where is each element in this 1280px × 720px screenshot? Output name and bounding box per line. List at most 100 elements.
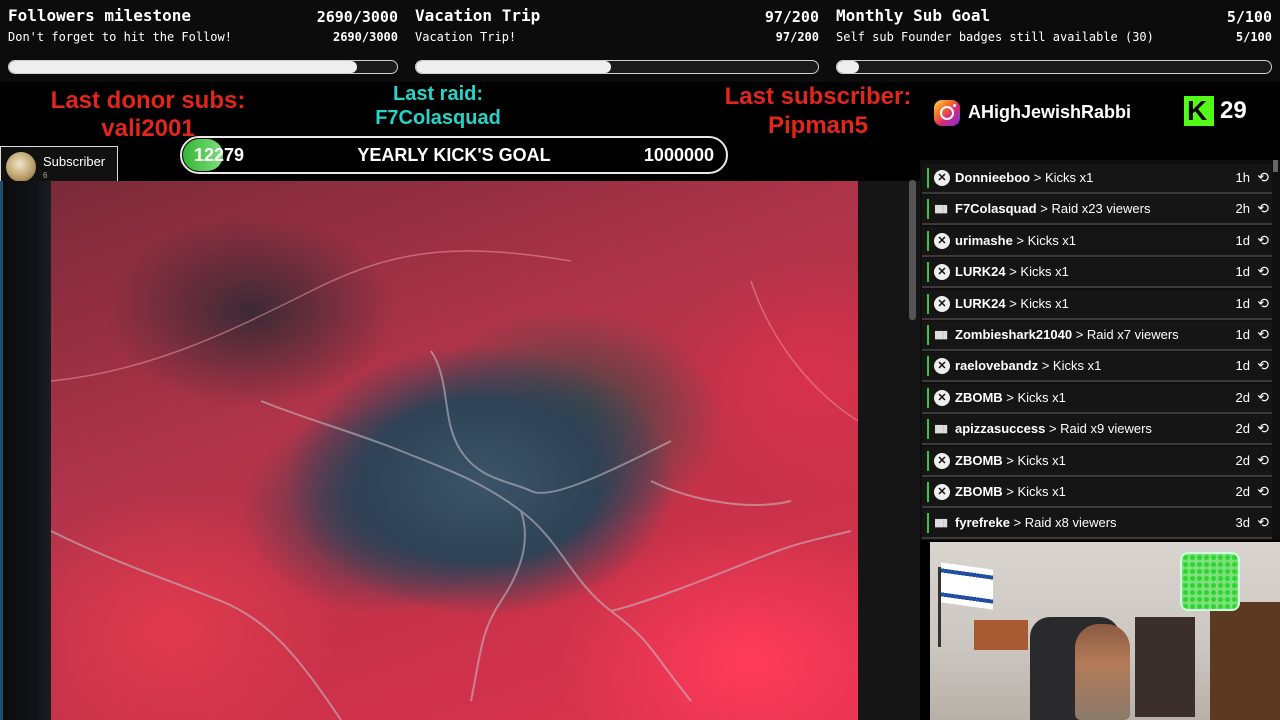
door: [1210, 602, 1280, 720]
goal-count: 2690/3000: [316, 8, 398, 26]
goal-progress-bar: [8, 60, 398, 74]
replay-icon[interactable]: ⟲: [1257, 420, 1269, 437]
last-subscriber-name: Pipman5: [767, 112, 869, 139]
goal-vacation: Vacation Trip 97/200 Vacation Trip! 97/2…: [407, 0, 827, 82]
kicks-jar-icon: [1180, 552, 1240, 611]
replay-icon[interactable]: ⟲: [1257, 326, 1269, 343]
raid-icon: ▮▮▮: [934, 517, 948, 530]
goal-title: Monthly Sub Goal: [836, 6, 991, 25]
kick-icon: ✕: [934, 389, 950, 406]
events-scrollbar[interactable]: [1273, 160, 1278, 172]
event-text: ZBOMB > Kicks x1: [955, 452, 1066, 468]
last-raid-name: F7Colasquad: [375, 107, 501, 129]
goal-subcount: 2690/3000: [332, 30, 398, 44]
aerial-map-video: [51, 181, 858, 720]
event-text: F7Colasquad > Raid x23 viewers: [955, 201, 1151, 217]
event-row: ✕ raelovebandz > Kicks x1 1d ⟲: [922, 352, 1272, 383]
recent-events-list: ✕ Donnieeboo > Kicks x1 1h ⟲ ▮▮▮ F7Colasquad …: [920, 160, 1280, 540]
event-row: ✕ LURK24 > Kicks x1 1d ⟲: [922, 258, 1272, 289]
goal-progress-bar: [415, 60, 819, 74]
event-time: 1h: [1235, 170, 1250, 185]
event-action: Kicks x1: [1020, 295, 1069, 311]
event-row: ✕ ZBOMB > Kicks x1 2d ⟲: [922, 478, 1272, 508]
event-user: ZBOMB: [955, 484, 1003, 499]
goal-count: 5/100: [1226, 8, 1272, 26]
goal-subcount: 5/100: [1235, 30, 1272, 44]
kick-icon: ✕: [934, 452, 950, 469]
replay-icon[interactable]: ⟲: [1257, 514, 1269, 531]
kick-count: 29: [1220, 97, 1247, 124]
goal-subcount: 97/200: [775, 30, 819, 44]
goal-title: Vacation Trip: [415, 6, 541, 25]
kick-icon: ✕: [934, 358, 950, 375]
goal-count: 97/200: [764, 8, 819, 26]
goal-subtitle: Vacation Trip!: [415, 30, 517, 44]
event-row: ▮▮▮ F7Colasquad > Raid x23 viewers 2h ⟲: [922, 195, 1272, 226]
replay-icon[interactable]: ⟲: [1257, 232, 1269, 249]
event-action: Kicks x1: [1020, 264, 1069, 280]
event-time: 1d: [1235, 327, 1250, 342]
event-user: Donnieeboo: [955, 170, 1031, 185]
event-action: Kicks x1: [1052, 358, 1102, 374]
map-terrain: [51, 250, 858, 720]
event-text: urimashe > Kicks x1: [955, 232, 1077, 248]
event-row: ✕ ZBOMB > Kicks x1 2d ⟲: [922, 446, 1272, 477]
scrollbar-thumb[interactable]: [909, 180, 916, 320]
shelf: [1135, 617, 1195, 717]
subscriber-badge-label: Subscriber: [43, 154, 106, 169]
replay-icon[interactable]: ⟲: [1257, 452, 1269, 469]
replay-icon[interactable]: ⟲: [1257, 169, 1269, 186]
event-text: ZBOMB > Kicks x1: [955, 389, 1066, 405]
goal-monthly-sub: Monthly Sub Goal 5/100 Self sub Founder …: [828, 0, 1280, 82]
kick-goal-target: 1000000: [643, 145, 714, 165]
event-action: Kicks x1: [1017, 389, 1066, 405]
last-raid-label: Last raid:: [392, 83, 484, 105]
kick-icon: ✕: [934, 295, 950, 312]
event-text: fyrefreke > Raid x8 viewers: [955, 515, 1117, 531]
kick-icon: ✕: [934, 232, 950, 249]
replay-icon[interactable]: ⟲: [1257, 295, 1269, 312]
raid-icon: ▮▮▮: [934, 203, 948, 216]
event-text: Zombieshark21040 > Raid x7 viewers: [955, 327, 1179, 342]
replay-icon[interactable]: ⟲: [1257, 483, 1269, 500]
event-time: 2d: [1235, 452, 1250, 468]
goal-progress-bar: [836, 60, 1272, 74]
event-user: ZBOMB: [955, 389, 1003, 405]
event-action: Kicks x1: [1017, 452, 1066, 468]
event-action: Kicks x1: [1044, 170, 1094, 185]
goal-progress-fill: [9, 61, 358, 73]
goal-bars-panel: Followers milestone 2690/3000 Don't forg…: [0, 0, 1280, 82]
replay-icon[interactable]: ⟲: [1257, 200, 1269, 217]
event-user: ZBOMB: [955, 452, 1003, 468]
raid-icon: ▮▮▮: [934, 423, 948, 436]
event-time: 2d: [1235, 484, 1250, 499]
event-user: raelovebandz: [955, 358, 1039, 374]
goal-subtitle: Self sub Founder badges still available …: [836, 30, 1154, 44]
goal-title: Followers milestone: [8, 6, 192, 25]
raid-icon: ▮▮▮: [934, 329, 948, 341]
replay-icon[interactable]: ⟲: [1257, 389, 1269, 406]
goal-progress-fill: [416, 61, 611, 73]
event-text: Donnieeboo > Kicks x1: [955, 170, 1094, 185]
webcam-feed: [930, 542, 1280, 720]
event-action: Raid x8 viewers: [1024, 515, 1117, 531]
event-text: raelovebandz > Kicks x1: [955, 358, 1102, 374]
event-time: 2d: [1235, 421, 1250, 437]
subscriber-badge-count: 6: [43, 171, 48, 180]
left-strip: [0, 181, 51, 720]
goal-progress-fill: [837, 61, 859, 73]
event-text: LURK24 > Kicks x1: [955, 295, 1069, 311]
event-user: F7Colasquad: [955, 201, 1037, 217]
instagram-handle: AHighJewishRabbi: [968, 102, 1132, 122]
event-text: apizzasuccess > Raid x9 viewers: [955, 421, 1152, 437]
event-action: Kicks x1: [1017, 484, 1066, 499]
event-text: ZBOMB > Kicks x1: [955, 484, 1066, 499]
event-row: ▮▮▮ apizzasuccess > Raid x9 viewers 2d ⟲: [922, 415, 1272, 446]
kick-icon: ✕: [934, 484, 950, 500]
israel-flag-icon: [941, 562, 993, 610]
avatar: [6, 152, 36, 182]
event-row: ▮▮▮ Zombieshark21040 > Raid x7 viewers 1d ⟲: [922, 321, 1272, 351]
replay-icon[interactable]: ⟲: [1257, 263, 1269, 280]
replay-icon[interactable]: ⟲: [1257, 357, 1269, 374]
kick-icon: ✕: [934, 170, 950, 186]
